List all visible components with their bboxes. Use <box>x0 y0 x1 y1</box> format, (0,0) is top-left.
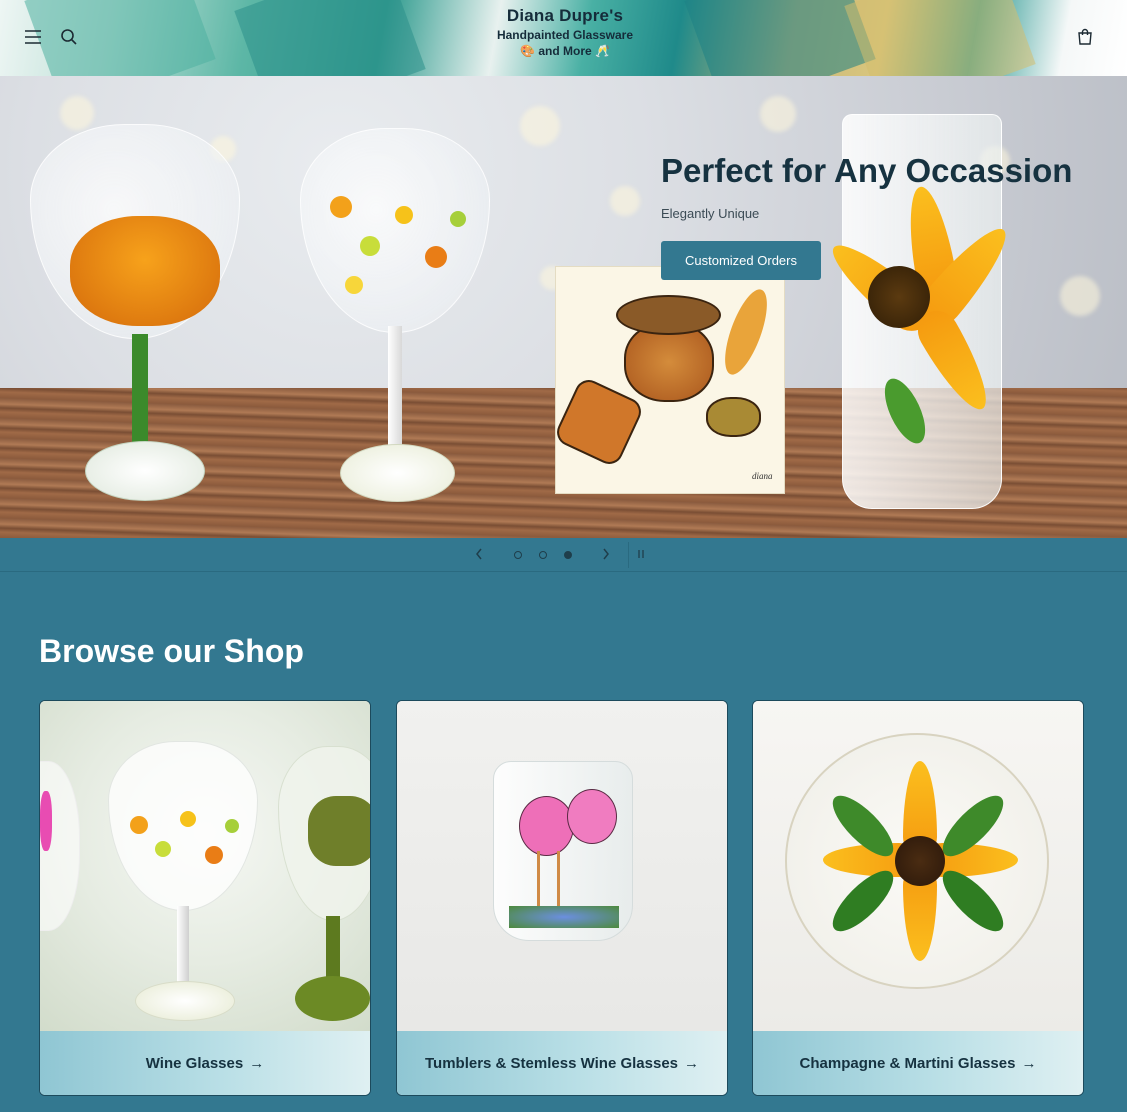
collection-card-champagne-martini[interactable]: Champagne & Martini Glasses → <box>752 700 1084 1096</box>
pause-icon[interactable] <box>636 547 646 564</box>
site-logo[interactable]: Diana Dupre's Handpainted Glassware 🎨 an… <box>470 6 660 58</box>
chevron-left-icon[interactable] <box>474 547 484 564</box>
bokeh-light <box>1060 276 1100 316</box>
bokeh-light <box>760 96 796 132</box>
logo-subtitle: Handpainted Glassware <box>496 28 634 42</box>
cart-icon[interactable] <box>1074 26 1096 48</box>
oak-leaf <box>552 375 646 469</box>
hero-content: Perfect for Any Occassion Elegantly Uniq… <box>661 152 1072 280</box>
collection-card-label[interactable]: Champagne & Martini Glasses → <box>753 1031 1083 1095</box>
leaf-dot <box>130 816 148 834</box>
collection-card-wine-glasses[interactable]: Wine Glasses → <box>39 700 371 1096</box>
slide-dot-1[interactable] <box>514 551 522 559</box>
logo-title: Diana Dupre's <box>506 6 624 25</box>
glass-foot <box>85 441 205 501</box>
flamingo-body <box>567 789 617 844</box>
slideshow-controls <box>0 538 1127 572</box>
champagne-glasses-icon: 🥂 <box>595 44 610 58</box>
hamburger-menu-icon[interactable] <box>22 26 44 48</box>
browse-section-title: Browse our Shop <box>39 633 304 669</box>
leaf-dot <box>395 206 413 224</box>
leaf-dot <box>345 276 363 294</box>
small-acorn <box>706 397 761 437</box>
flamingo-leg <box>557 851 560 911</box>
acorn-cap <box>616 295 721 335</box>
site-header: Diana Dupre's Handpainted Glassware 🎨 an… <box>0 0 1127 76</box>
leaf-dot <box>360 236 380 256</box>
search-icon[interactable] <box>58 26 80 48</box>
logo-tagline: 🎨 and More 🥂 <box>470 44 660 58</box>
logo-tagline-text: and More <box>538 44 592 58</box>
hero-title: Perfect for Any Occassion <box>661 152 1073 189</box>
glass-stem <box>132 334 148 454</box>
collection-card-label[interactable]: Tumblers & Stemless Wine Glasses → <box>397 1031 727 1095</box>
flamingo-body <box>519 796 574 856</box>
acorn-tile: diana <box>552 266 785 494</box>
dragon-painting <box>308 796 370 866</box>
tile-signature: diana <box>752 471 773 481</box>
bokeh-light <box>60 96 94 130</box>
hero-slideshow: diana Perfect for Any Occassion Elegantl… <box>0 76 1127 538</box>
chevron-right-icon[interactable] <box>601 547 611 564</box>
collection-image <box>753 701 1083 1031</box>
flamingo-accent <box>40 791 52 851</box>
collection-image <box>397 701 727 1031</box>
hero-subtitle: Elegantly Unique <box>661 206 760 221</box>
slide-dot-3[interactable] <box>564 551 572 559</box>
slide-dot-2[interactable] <box>539 551 547 559</box>
card-title: Champagne & Martini Glasses <box>799 1054 1016 1072</box>
brush-stroke-decoration <box>24 0 216 76</box>
flower-painting <box>509 906 619 928</box>
flower-center <box>895 836 945 886</box>
leaf-dot <box>205 846 223 864</box>
glass-stem <box>177 906 189 991</box>
leaf-dot <box>450 211 466 227</box>
leaf-dot <box>155 841 171 857</box>
bokeh-light <box>520 106 560 146</box>
glass-foot <box>135 981 235 1021</box>
arrow-right-icon: → <box>684 1054 700 1072</box>
birch-tree-wine-glass <box>300 128 490 333</box>
arrow-right-icon: → <box>1021 1054 1037 1072</box>
brush-stroke-decoration <box>234 0 426 76</box>
controls-divider <box>628 542 629 568</box>
palette-icon: 🎨 <box>520 44 535 58</box>
arrow-right-icon: → <box>249 1054 265 1072</box>
glass-foot <box>340 444 455 502</box>
collection-card-label[interactable]: Wine Glasses → <box>40 1031 370 1095</box>
glass-stem <box>388 326 402 456</box>
card-title: Tumblers & Stemless Wine Glasses <box>424 1054 679 1072</box>
pumpkin-painting <box>70 216 220 326</box>
leaf-dot <box>180 811 196 827</box>
leaf-dot <box>330 196 352 218</box>
leaf-dot <box>225 819 239 833</box>
bokeh-light <box>610 186 640 216</box>
leaf-dot <box>425 246 447 268</box>
glass-foot <box>295 976 370 1021</box>
customized-orders-button[interactable]: Customized Orders <box>661 241 821 280</box>
brush-stroke-decoration <box>844 0 1036 76</box>
collection-card-tumblers[interactable]: Tumblers & Stemless Wine Glasses → <box>396 700 728 1096</box>
card-title: Wine Glasses <box>145 1054 244 1072</box>
flamingo-leg <box>537 851 540 911</box>
collection-image <box>40 701 370 1031</box>
autumn-leaf <box>716 284 776 380</box>
